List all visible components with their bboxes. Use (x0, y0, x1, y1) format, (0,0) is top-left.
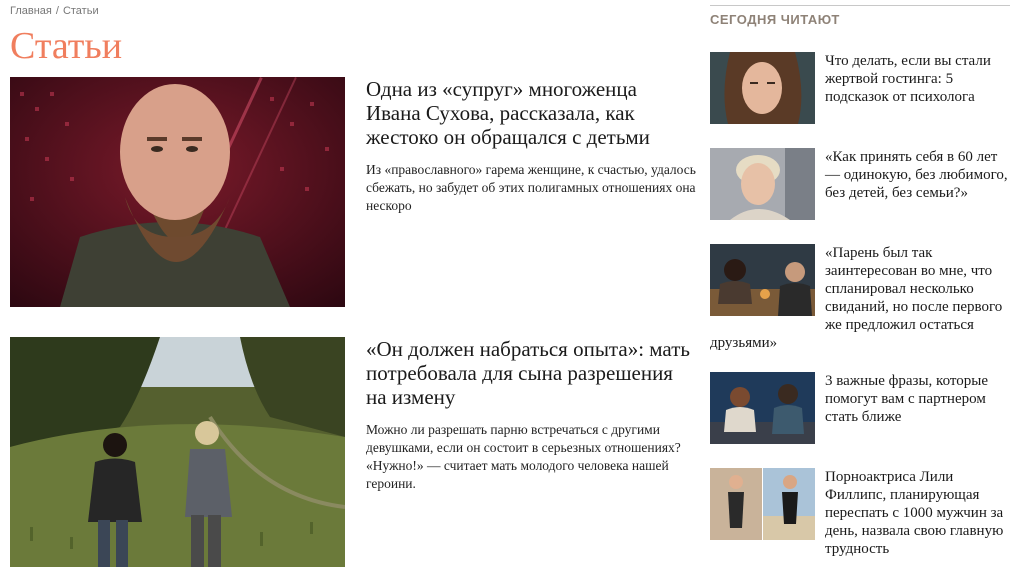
popular-sidebar: СЕГОДНЯ ЧИТАЮТ Что делать, если вы стали… (710, 0, 1010, 576)
sidebar-heading: СЕГОДНЯ ЧИТАЮТ (710, 12, 840, 27)
sidebar-article[interactable]: Порноактриса Лили Филлипс, планирующая п… (710, 468, 1010, 558)
sidebar-divider (710, 5, 1010, 6)
sidebar-thumbnail[interactable] (710, 244, 815, 316)
article-text: «Он должен набраться опыта»: мать потреб… (366, 337, 696, 493)
breadcrumb: Главная / Статьи (10, 5, 99, 17)
breadcrumb-separator: / (55, 5, 59, 17)
sidebar-article[interactable]: 3 важные фразы, которые помогут вам с па… (710, 372, 1010, 446)
article-image-couple-field[interactable] (10, 337, 345, 567)
sidebar-article[interactable]: Что делать, если вы стали жертвой гостин… (710, 52, 1010, 126)
article-card: «Он должен набраться опыта»: мать потреб… (10, 337, 690, 569)
article-title[interactable]: Одна из «супруг» многоженца Ивана Сухова… (366, 77, 696, 149)
sidebar-thumbnail[interactable] (710, 148, 815, 220)
sidebar-thumbnail[interactable] (710, 52, 815, 124)
breadcrumb-current: Статьи (62, 5, 99, 17)
article-title[interactable]: «Он должен набраться опыта»: мать потреб… (366, 337, 696, 409)
article-card: Одна из «супруг» многоженца Ивана Сухова… (10, 77, 696, 309)
article-excerpt: Можно ли разрешать парню встречаться с д… (366, 422, 681, 491)
sidebar-thumbnail[interactable] (710, 468, 815, 540)
sidebar-article[interactable]: «Как принять себя в 60 лет — одинокую, б… (710, 148, 1010, 222)
breadcrumb-home-link[interactable]: Главная (10, 5, 52, 17)
sidebar-thumbnail[interactable] (710, 372, 815, 444)
sidebar-article[interactable]: «Парень был так заинтересован во мне, чт… (710, 244, 1010, 352)
article-image-bald-bearded-man[interactable] (10, 77, 345, 307)
page-title: Статьи (10, 25, 123, 67)
article-excerpt: Из «православного» гарема женщине, к сча… (366, 162, 696, 213)
article-text: Одна из «супруг» многоженца Ивана Сухова… (366, 77, 696, 215)
